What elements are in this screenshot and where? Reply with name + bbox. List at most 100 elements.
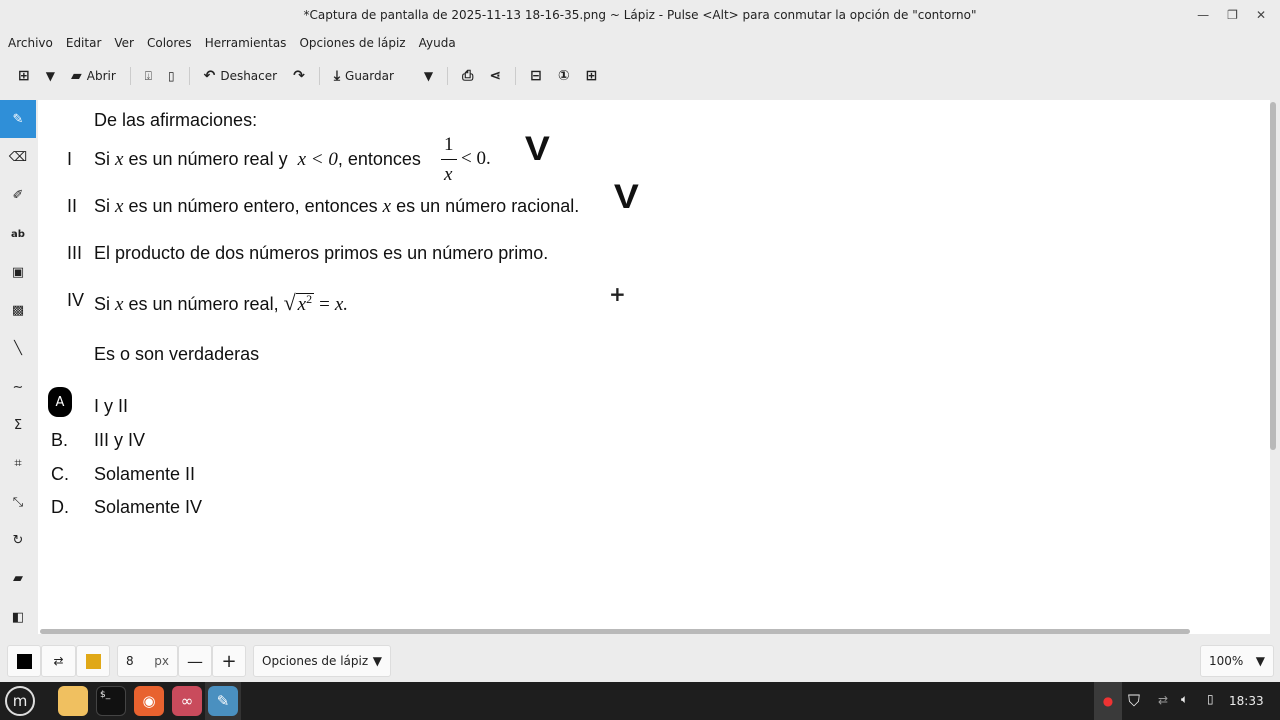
secondary-color-button[interactable] xyxy=(76,645,110,677)
zoom-in-button[interactable]: ⊞ xyxy=(578,62,606,90)
horizontal-scrollbar[interactable] xyxy=(40,629,1190,634)
plus-icon: + xyxy=(221,650,237,672)
import-button[interactable]: ⍗ xyxy=(137,62,160,90)
download-icon: ⤓ xyxy=(333,68,341,84)
pencil-tool[interactable]: ✎ xyxy=(0,100,36,139)
caret-down-icon: ▼ xyxy=(1255,654,1265,668)
save-dropdown[interactable]: ▼ xyxy=(416,62,441,90)
menu-archivo[interactable]: Archivo xyxy=(4,32,57,54)
caret-down-icon: ▼ xyxy=(45,69,55,83)
statement-number: I xyxy=(67,149,73,169)
files-app-icon[interactable] xyxy=(58,686,88,716)
menu-ayuda[interactable]: Ayuda xyxy=(415,32,460,54)
fraction-numerator: 1 xyxy=(444,134,454,155)
swap-colors-button[interactable]: ⇄ xyxy=(41,645,76,677)
filters-icon: ◧ xyxy=(11,609,25,625)
size-increase-button[interactable]: + xyxy=(212,645,246,677)
maximize-icon[interactable]: ❐ xyxy=(1227,8,1238,22)
free-select-icon: ▩ xyxy=(11,303,25,319)
share-button[interactable]: ⋖ xyxy=(481,62,509,90)
minimize-icon[interactable]: — xyxy=(1197,8,1209,22)
drawing-app-icon[interactable]: ✎ xyxy=(208,686,238,716)
scale-tool[interactable]: ⤡ xyxy=(0,483,36,521)
pencil-options-dropdown[interactable]: Opciones de lápiz ▼ xyxy=(253,645,391,677)
circled-option-a: A xyxy=(48,387,72,417)
new-dropdown[interactable]: ▼ xyxy=(38,62,63,90)
line-icon: ╲ xyxy=(14,341,22,357)
rect-select-icon: ▣ xyxy=(11,264,25,280)
menu-editar[interactable]: Editar xyxy=(62,32,106,54)
mint-menu-icon[interactable]: m xyxy=(5,686,35,716)
crop-tool[interactable]: ⌗ xyxy=(0,445,36,483)
skew-tool[interactable]: ▰ xyxy=(0,560,36,598)
primary-color-button[interactable] xyxy=(7,645,41,677)
network-icon[interactable]: ⇄ xyxy=(1158,693,1168,707)
menu-colores[interactable]: Colores xyxy=(143,32,196,54)
rotate-icon: ↻ xyxy=(12,532,24,548)
menu-ver[interactable]: Ver xyxy=(110,32,138,54)
drawing-canvas[interactable]: De las afirmaciones: I Si x es un número… xyxy=(38,100,1270,634)
battery-icon[interactable]: ▯ xyxy=(1207,692,1214,706)
clock[interactable]: 18:33 xyxy=(1229,694,1264,708)
shape-tool[interactable]: Σ xyxy=(0,406,36,444)
undo-button[interactable]: ↶ Deshacer xyxy=(196,62,285,90)
taskbar: m $_ ◉ ∞ ✎ ● ⛉ ⇄ 🔈︎ ▯ 18:33 xyxy=(0,682,1280,720)
close-icon[interactable]: ✕ xyxy=(1256,8,1266,22)
zoom-reset-button[interactable]: ① xyxy=(550,62,578,90)
firefox-app-icon[interactable]: ◉ xyxy=(134,686,164,716)
clipboard-button[interactable]: ▯ xyxy=(160,62,183,90)
save-label: Guardar xyxy=(345,69,394,83)
print-button[interactable]: ⎙ xyxy=(454,62,481,90)
size-decrease-button[interactable]: — xyxy=(178,645,212,677)
size-input[interactable]: 8 px xyxy=(117,645,178,677)
open-button[interactable]: ▰ Abrir xyxy=(63,62,124,90)
zoom-out-button[interactable]: ⊟ xyxy=(522,62,550,90)
redo-button[interactable]: ↷ xyxy=(285,62,313,90)
reader-app-icon[interactable]: ∞ xyxy=(172,686,202,716)
secondary-color-swatch xyxy=(85,653,101,669)
open-label: Abrir xyxy=(86,69,116,83)
scale-icon: ⤡ xyxy=(12,494,24,510)
statement-2: Si x es un número entero, entonces x es … xyxy=(94,196,580,217)
rotate-tool[interactable]: ↻ xyxy=(0,521,36,559)
highlighter-tool[interactable]: ✐ xyxy=(0,177,36,215)
shield-icon[interactable]: ⛉ xyxy=(1128,691,1140,711)
statement-number: II xyxy=(67,196,78,216)
highlighter-icon: ✐ xyxy=(12,188,24,204)
import-icon: ⍗ xyxy=(144,68,152,83)
zoom-dropdown[interactable]: 100% ▼ xyxy=(1200,645,1274,677)
shape-icon: Σ xyxy=(13,418,23,434)
menu-herramientas[interactable]: Herramientas xyxy=(201,32,291,54)
recording-icon[interactable]: ● xyxy=(1094,682,1122,720)
option-label: C. xyxy=(51,464,69,484)
open-icon: ▰ xyxy=(70,68,82,84)
free-select-tool[interactable]: ▩ xyxy=(0,291,36,329)
option-b: III y IV xyxy=(94,430,146,450)
intro-text: De las afirmaciones: xyxy=(94,110,258,130)
option-c: Solamente II xyxy=(94,464,196,484)
plus-icon: ⊞ xyxy=(585,68,598,84)
curve-tool[interactable]: ∼ xyxy=(0,368,36,406)
window-title: *Captura de pantalla de 2025-11-13 18-16… xyxy=(303,8,977,22)
line-tool[interactable]: ╲ xyxy=(0,330,36,368)
menu-bar: Archivo Editar Ver Colores Herramientas … xyxy=(0,32,465,54)
save-button[interactable]: ⤓ Guardar xyxy=(326,62,402,90)
eraser-tool[interactable]: ⌫ xyxy=(0,138,36,176)
volume-icon[interactable]: 🔈︎ xyxy=(1181,692,1188,707)
rect-select-tool[interactable]: ▣ xyxy=(0,253,36,291)
terminal-app-icon[interactable]: $_ xyxy=(96,686,126,716)
eraser-icon: ⌫ xyxy=(8,149,28,165)
vertical-scrollbar[interactable] xyxy=(1270,102,1276,450)
statement-number: III xyxy=(67,243,83,263)
crop-icon: ⌗ xyxy=(14,456,22,472)
swap-icon: ⇄ xyxy=(53,654,64,668)
menu-opciones[interactable]: Opciones de lápiz xyxy=(295,32,409,54)
filters-tool[interactable]: ◧ xyxy=(0,598,36,636)
caret-down-icon: ▼ xyxy=(372,654,382,668)
statement-number: IV xyxy=(67,290,85,310)
crosshair-cursor-icon: + xyxy=(609,282,626,306)
tool-panel: ✎ ⌫ ✐ ab ▣ ▩ ╲ ∼ Σ ⌗ ⤡ ↻ ▰ ◧ xyxy=(0,100,36,635)
curve-icon: ∼ xyxy=(12,379,24,395)
text-tool[interactable]: ab xyxy=(0,215,36,253)
new-button[interactable]: ⊞ xyxy=(10,62,38,90)
